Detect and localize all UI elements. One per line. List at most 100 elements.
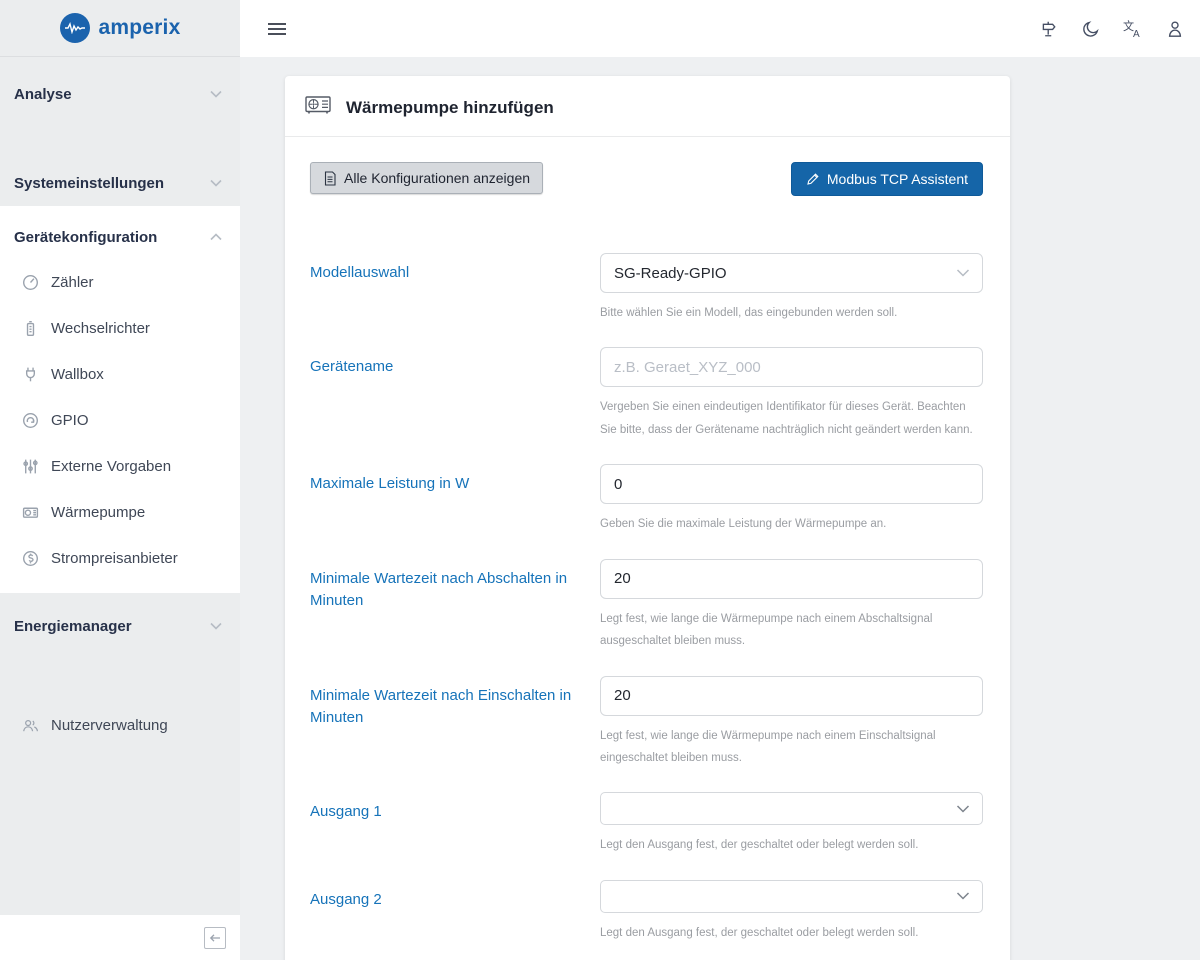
inverter-icon (22, 320, 39, 337)
modellauswahl-select[interactable]: SG-Ready-GPIO (600, 253, 983, 293)
sidebar-item-label: Strompreisanbieter (51, 550, 178, 567)
sidebar-footer (0, 915, 240, 960)
arrow-left-icon (209, 933, 221, 943)
sidebar-section-systemeinstellungen[interactable]: Systemeinstellungen (0, 173, 240, 193)
sidebar-group-geraetekonfiguration: Gerätekonfiguration Zähler Wechselrichte… (0, 206, 240, 593)
brand-name: amperix (99, 16, 181, 40)
form-row-geraetename: Gerätename Vergeben Sie einen eindeutige… (310, 347, 983, 441)
signpost-icon[interactable] (1039, 19, 1059, 39)
app-root: amperix Analyse Systemeinstellungen Gerä… (0, 0, 1200, 960)
chevron-down-icon (956, 804, 970, 813)
ausgang-2-select[interactable] (600, 880, 983, 913)
button-row: Alle Konfigurationen anzeigen Modbus TCP… (310, 162, 983, 196)
chevron-down-icon (210, 622, 222, 630)
sidebar-item-label: Nutzerverwaltung (51, 717, 168, 734)
page-title: Wärmepumpe hinzufügen (346, 98, 554, 118)
form-row-ausgang-1: Ausgang 1 Legt den Ausgang fest, der ges… (310, 792, 983, 856)
users-icon (22, 717, 39, 734)
config-form: Modellauswahl SG-Ready-GPIO Bitte wählen… (310, 253, 983, 944)
field-help: Legt fest, wie lange die Wärmepumpe nach… (600, 608, 983, 653)
heatpump-icon (22, 504, 39, 521)
field-help: Legt den Ausgang fest, der geschaltet od… (600, 834, 983, 856)
brand-logo[interactable]: amperix (0, 0, 240, 57)
chevron-down-icon (210, 90, 222, 98)
sidebar-item-wallbox[interactable]: Wallbox (0, 351, 240, 397)
sidebar-item-label: Wallbox (51, 366, 104, 383)
heatpump-unit-icon (305, 95, 331, 120)
field-label: Minimale Wartezeit nach Abschalten in Mi… (310, 559, 600, 653)
sidebar-item-waermepumpe[interactable]: Wärmepumpe (0, 489, 240, 535)
wartezeit-einschalten-input[interactable] (600, 676, 983, 716)
main-area: 文A Wärmepumpe hinzufügen (240, 0, 1200, 960)
svg-text:A: A (1133, 28, 1140, 37)
user-icon[interactable] (1165, 19, 1185, 39)
translate-icon[interactable]: 文A (1123, 19, 1143, 39)
show-all-configs-button[interactable]: Alle Konfigurationen anzeigen (310, 162, 543, 194)
sidebar-section-geraetekonfiguration[interactable]: Gerätekonfiguration (0, 227, 240, 247)
button-label: Modbus TCP Assistent (827, 171, 968, 187)
field-label: Maximale Leistung in W (310, 464, 600, 535)
maximale-leistung-input[interactable] (600, 464, 983, 504)
sidebar-item-label: Wärmepumpe (51, 504, 145, 521)
section-label: Systemeinstellungen (14, 175, 164, 192)
field-label: Modellauswahl (310, 253, 600, 324)
collapse-sidebar-button[interactable] (204, 927, 226, 949)
section-label: Energiemanager (14, 618, 132, 635)
sidebar-item-externe-vorgaben[interactable]: Externe Vorgaben (0, 443, 240, 489)
sidebar-item-zaehler[interactable]: Zähler (0, 259, 240, 305)
document-icon (323, 171, 337, 186)
menu-toggle-icon[interactable] (268, 20, 286, 38)
sidebar-section-energiemanager[interactable]: Energiemanager (0, 616, 240, 636)
field-help: Geben Sie die maximale Leistung der Wärm… (600, 513, 983, 535)
topbar-actions: 文A (1039, 19, 1185, 39)
card-body: Alle Konfigurationen anzeigen Modbus TCP… (285, 137, 1010, 960)
geraetename-input[interactable] (600, 347, 983, 387)
topbar: 文A (240, 0, 1200, 57)
chevron-down-icon (210, 179, 222, 187)
field-help: Legt den Ausgang fest, der geschaltet od… (600, 922, 983, 944)
sidebar-item-wechselrichter[interactable]: Wechselrichter (0, 305, 240, 351)
meter-icon (22, 274, 39, 291)
form-row-ausgang-2: Ausgang 2 Legt den Ausgang fest, der ges… (310, 880, 983, 944)
field-label: Gerätename (310, 347, 600, 441)
chevron-down-icon (956, 269, 970, 278)
chevron-down-icon (956, 892, 970, 901)
modbus-tcp-assistant-button[interactable]: Modbus TCP Assistent (791, 162, 983, 196)
coin-icon (22, 550, 39, 567)
card-header: Wärmepumpe hinzufügen (285, 76, 1010, 137)
sidebar-item-label: Externe Vorgaben (51, 458, 171, 475)
form-row-wartezeit-einschalten: Minimale Wartezeit nach Einschalten in M… (310, 676, 983, 770)
ausgang-1-select[interactable] (600, 792, 983, 825)
device-nav-list: Zähler Wechselrichter Wallbox (0, 259, 240, 581)
field-label: Minimale Wartezeit nach Einschalten in M… (310, 676, 600, 770)
sidebar-item-label: GPIO (51, 412, 89, 429)
moon-icon[interactable] (1081, 19, 1101, 39)
chevron-up-icon (210, 233, 222, 241)
field-label: Ausgang 1 (310, 792, 600, 856)
field-help: Legt fest, wie lange die Wärmepumpe nach… (600, 725, 983, 770)
section-label: Analyse (14, 86, 72, 103)
sidebar-item-label: Zähler (51, 274, 94, 291)
sidebar-item-gpio[interactable]: GPIO (0, 397, 240, 443)
waermepumpe-card: Wärmepumpe hinzufügen Alle Konfiguration… (285, 76, 1010, 960)
form-row-maximale-leistung: Maximale Leistung in W Geben Sie die max… (310, 464, 983, 535)
gpio-icon (22, 412, 39, 429)
field-help: Vergeben Sie einen eindeutigen Identifik… (600, 396, 983, 441)
selected-value: SG-Ready-GPIO (614, 265, 727, 282)
sliders-icon (22, 458, 39, 475)
sidebar-section-analyse[interactable]: Analyse (0, 84, 240, 104)
form-row-modellauswahl: Modellauswahl SG-Ready-GPIO Bitte wählen… (310, 253, 983, 324)
section-label: Gerätekonfiguration (14, 229, 157, 246)
plug-icon (22, 366, 39, 383)
sidebar-item-nutzerverwaltung[interactable]: Nutzerverwaltung (0, 702, 240, 748)
sidebar: amperix Analyse Systemeinstellungen Gerä… (0, 0, 240, 960)
sidebar-item-label: Wechselrichter (51, 320, 150, 337)
field-help: Bitte wählen Sie ein Modell, das eingebu… (600, 302, 983, 324)
content: Wärmepumpe hinzufügen Alle Konfiguration… (240, 57, 1200, 960)
field-label: Ausgang 2 (310, 880, 600, 944)
amperix-wave-icon (60, 13, 90, 43)
sidebar-item-strompreisanbieter[interactable]: Strompreisanbieter (0, 535, 240, 581)
wartezeit-abschalten-input[interactable] (600, 559, 983, 599)
pencil-icon (806, 172, 820, 186)
form-row-wartezeit-abschalten: Minimale Wartezeit nach Abschalten in Mi… (310, 559, 983, 653)
